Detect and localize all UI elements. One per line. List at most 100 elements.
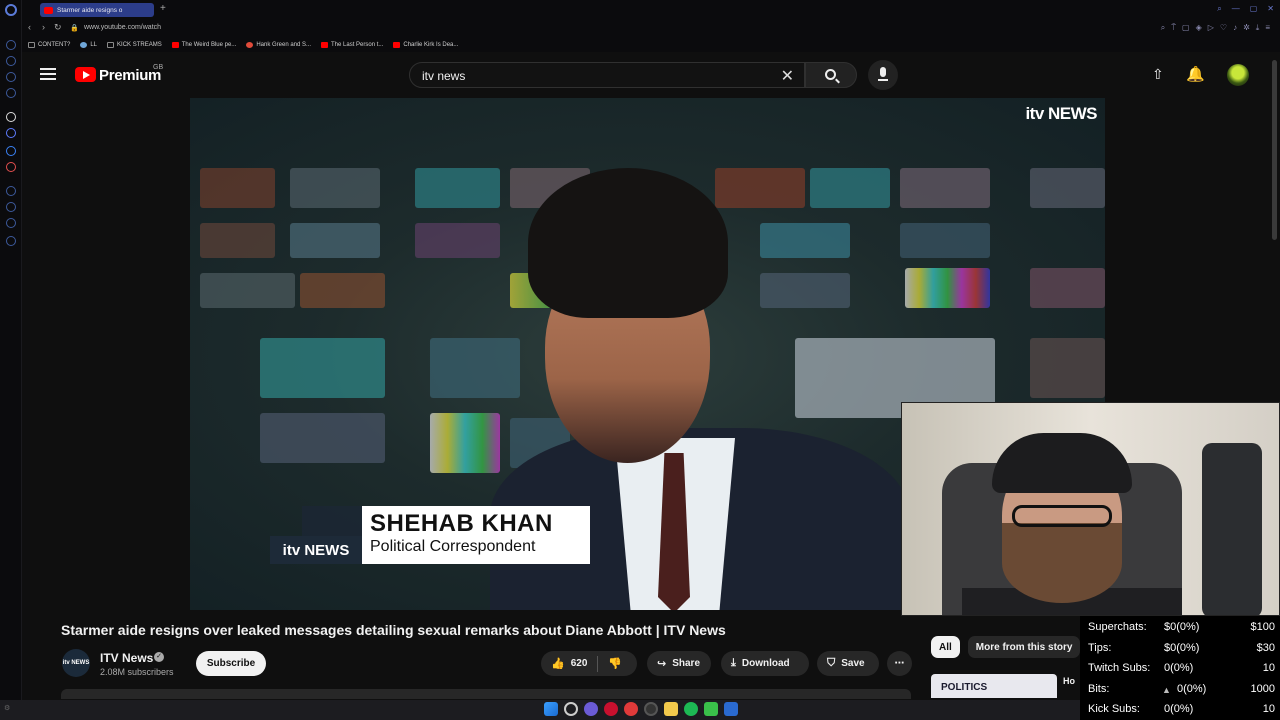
folder-icon bbox=[107, 42, 115, 48]
chip-all[interactable]: All bbox=[931, 636, 960, 658]
save-button[interactable]: ⛉ Save bbox=[817, 651, 879, 676]
sidebar-app-icon[interactable] bbox=[6, 146, 16, 156]
like-count[interactable]: 620 bbox=[571, 658, 588, 669]
lock-icon[interactable]: 🔒 bbox=[70, 24, 79, 32]
opera-browser-icon[interactable] bbox=[604, 702, 618, 716]
file-explorer-icon[interactable] bbox=[664, 702, 678, 716]
description-box[interactable] bbox=[61, 689, 911, 699]
bookmark-item[interactable]: LL bbox=[80, 42, 97, 48]
sidebar-app-icon[interactable] bbox=[6, 202, 16, 212]
search-query: itv news bbox=[422, 69, 466, 83]
sidebar-app-icon[interactable] bbox=[6, 40, 16, 50]
snapshot-icon[interactable]: ▢ bbox=[1182, 23, 1190, 33]
sidebar-app-icon[interactable] bbox=[6, 236, 16, 246]
download-browser-icon[interactable]: ⤓ bbox=[1256, 23, 1260, 33]
stat-label: Bits: bbox=[1088, 682, 1110, 695]
bookmark-label: CONTENT? bbox=[38, 42, 71, 48]
stat-value: 0(0%) bbox=[1177, 682, 1207, 695]
sidebar-app-icon[interactable] bbox=[6, 186, 16, 196]
bell-icon[interactable]: 🔔 bbox=[1186, 65, 1205, 83]
heart-icon[interactable]: ♡ bbox=[1220, 23, 1227, 33]
recommended-video-thumbnail[interactable]: POLITICS bbox=[931, 674, 1057, 698]
avatar[interactable] bbox=[1227, 64, 1249, 86]
reload-icon[interactable]: ↻ bbox=[54, 22, 62, 33]
zoom-icon[interactable]: ⌕ bbox=[1161, 23, 1165, 33]
spotify-icon[interactable] bbox=[684, 702, 698, 716]
bookmark-item[interactable]: Charlie Kirk Is Dea... bbox=[393, 42, 458, 48]
more-actions-button[interactable]: ⋯ bbox=[887, 651, 912, 676]
search-button[interactable] bbox=[805, 62, 857, 88]
recommended-video-title[interactable]: Ho bbox=[1063, 676, 1075, 686]
bookmark-item[interactable]: Hank Green and S... bbox=[246, 42, 311, 48]
pin-icon[interactable]: ⍑ bbox=[1171, 23, 1176, 33]
bookmark-item[interactable]: The Last Person t... bbox=[321, 42, 383, 48]
chip-more-from-story[interactable]: More from this story bbox=[967, 636, 1081, 658]
page-scrollbar[interactable] bbox=[1272, 60, 1277, 240]
tab-active[interactable]: Starmer aide resigns o bbox=[40, 3, 154, 17]
more-icon: ⋯ bbox=[894, 658, 905, 669]
app-icon[interactable] bbox=[644, 702, 658, 716]
search-input[interactable]: itv news ✕ bbox=[409, 62, 805, 88]
dislike-icon[interactable]: 👎 bbox=[608, 657, 622, 670]
video-title: Starmer aide resigns over leaked message… bbox=[61, 622, 726, 638]
url-field[interactable]: www.youtube.com/watch bbox=[84, 24, 161, 31]
search-tabs-icon[interactable]: ⌕ bbox=[1217, 4, 1221, 14]
youtube-brand[interactable]: Premium bbox=[99, 67, 161, 84]
back-icon[interactable]: ‹ bbox=[28, 22, 31, 32]
taskbar: ⚙ bbox=[0, 700, 1080, 720]
sidebar-app-icon[interactable] bbox=[6, 56, 16, 66]
minimize-icon[interactable]: — bbox=[1232, 4, 1240, 14]
download-icon: ⤓ bbox=[731, 657, 736, 669]
extensions-icon[interactable]: ✲ bbox=[1243, 23, 1250, 33]
channel-name[interactable]: ITV News bbox=[100, 651, 153, 665]
download-label: Download bbox=[741, 658, 790, 669]
channel-avatar[interactable]: itv NEWS bbox=[62, 649, 90, 677]
app-icon[interactable] bbox=[724, 702, 738, 716]
sidebar-app-icon[interactable] bbox=[6, 88, 16, 98]
youtube-logo-icon[interactable] bbox=[75, 67, 96, 82]
folder-icon bbox=[28, 42, 35, 48]
bookmark-item[interactable]: KICK STREAMS bbox=[107, 42, 162, 48]
presenter-hair bbox=[528, 168, 728, 318]
opera-logo-icon[interactable] bbox=[5, 4, 17, 16]
share-icon: ↪ bbox=[657, 658, 667, 670]
play-icon[interactable]: ▷ bbox=[1208, 23, 1214, 33]
sidebar-app-icon[interactable] bbox=[6, 72, 16, 82]
sidebar-app-icon[interactable] bbox=[6, 162, 16, 172]
app-icon[interactable] bbox=[704, 702, 718, 716]
sidebar-app-icon[interactable] bbox=[6, 218, 16, 228]
sidebar-app-icon[interactable] bbox=[6, 112, 16, 122]
sound-icon[interactable]: ♪ bbox=[1233, 23, 1237, 33]
webcam-overlay bbox=[901, 402, 1280, 616]
search-taskbar-icon[interactable] bbox=[564, 702, 578, 716]
hamburger-menu-icon[interactable] bbox=[40, 68, 56, 80]
taskbar-settings-icon[interactable]: ⚙ bbox=[4, 704, 10, 712]
sidebar-app-icon[interactable] bbox=[6, 128, 16, 138]
share-button[interactable]: ↪ Share bbox=[647, 651, 711, 676]
favicon-icon bbox=[80, 42, 88, 48]
voice-search-button[interactable] bbox=[868, 60, 898, 90]
tab-bar: Starmer aide resigns o + ⌕ — ▢ ✕ bbox=[22, 0, 1280, 20]
region-code: GB bbox=[153, 64, 164, 71]
bookmark-item[interactable]: CONTENT? bbox=[28, 42, 70, 48]
subscriber-count: 2.08M subscribers bbox=[100, 667, 174, 677]
screen: Starmer aide resigns o + ⌕ — ▢ ✕ ‹ › ↻ 🔒… bbox=[0, 0, 1280, 720]
forward-icon[interactable]: › bbox=[42, 22, 45, 32]
upload-icon[interactable]: ⇧ bbox=[1152, 66, 1164, 83]
maximize-icon[interactable]: ▢ bbox=[1250, 4, 1258, 14]
vpn-icon[interactable]: ◈ bbox=[1196, 23, 1202, 33]
download-button[interactable]: ⤓ Download bbox=[721, 651, 809, 676]
close-window-icon[interactable]: ✕ bbox=[1267, 4, 1274, 14]
bookmark-item[interactable]: The Weird Blue pe... bbox=[171, 42, 236, 48]
new-tab-button[interactable]: + bbox=[160, 3, 166, 15]
close-icon[interactable]: ✕ bbox=[781, 66, 794, 86]
bookmark-label: KICK STREAMS bbox=[117, 42, 162, 48]
menu-icon[interactable]: ≡ bbox=[1265, 23, 1270, 33]
subscribe-button[interactable]: Subscribe bbox=[196, 651, 266, 676]
bookmark-label: The Last Person t... bbox=[331, 42, 384, 48]
like-icon[interactable]: 👍 bbox=[551, 657, 565, 670]
stat-row: Kick Subs: 0(0%) 10 bbox=[1084, 700, 1276, 720]
app-icon[interactable] bbox=[584, 702, 598, 716]
app-icon[interactable] bbox=[624, 702, 638, 716]
windows-start-icon[interactable] bbox=[544, 702, 558, 716]
